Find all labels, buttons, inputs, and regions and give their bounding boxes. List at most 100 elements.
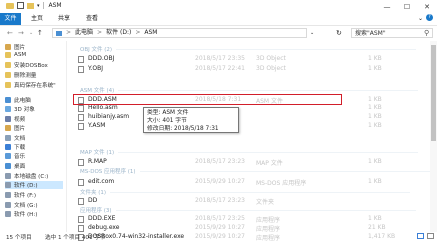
expand-ribbon-icon[interactable]: ⌄ <box>418 15 423 22</box>
sidebar-item-label: 图片 <box>14 45 26 51</box>
file-row[interactable]: debug.exe 2015/9/29 10:27 应用程序 21 KB <box>78 224 398 233</box>
file-icon <box>78 198 84 205</box>
sidebar-item[interactable]: 安装DOSBox <box>5 61 63 69</box>
sidebar-item[interactable]: 视频 <box>5 115 63 123</box>
address-bar[interactable]: > 此电脑 > 软件 (D:) > ASM <box>52 28 307 38</box>
address-dropdown-icon[interactable]: ⌄ <box>310 30 314 36</box>
sidebar-item[interactable]: 文档 <box>5 134 63 142</box>
sidebar-item-label: 本地磁盘 (C:) <box>14 174 49 180</box>
file-type: 3D Object <box>256 65 286 72</box>
file-icon <box>78 123 84 130</box>
sidebar-item-label: 桌面 <box>14 164 26 170</box>
file-type: MS-DOS 应用程序 <box>256 180 307 187</box>
file-type: MAP 文件 <box>256 160 283 167</box>
details-view-icon[interactable] <box>417 233 424 239</box>
file-row[interactable]: DD 2018/5/17 23:23 文件夹 <box>78 197 398 206</box>
sidebar-item[interactable]: ASM <box>5 51 63 59</box>
sidebar-item[interactable]: 文档 (G:) <box>5 201 63 209</box>
sidebar-item[interactable]: 删除测量 <box>5 71 63 79</box>
file-size: 1 KB <box>368 55 382 62</box>
vertical-scrollbar[interactable] <box>430 41 437 232</box>
group-header-apps[interactable]: 应用程序 (3) <box>80 206 416 214</box>
forward-icon[interactable]: → <box>18 29 24 37</box>
sidebar-item[interactable]: 音乐 <box>5 152 63 160</box>
sidebar-item-label: 此电脑 <box>14 98 31 104</box>
file-row[interactable]: edit.com 2015/9/29 10:27 MS-DOS 应用程序 1 KB <box>78 178 398 187</box>
tab-home[interactable]: 主页 <box>25 13 49 25</box>
file-date: 2015/9/29 10:27 <box>195 178 245 185</box>
breadcrumb-this-pc[interactable]: 此电脑 <box>75 28 93 38</box>
back-icon[interactable]: ← <box>7 29 13 37</box>
file-row[interactable]: R.MAP 2018/5/17 23:23 MAP 文件 1 KB <box>78 158 398 167</box>
sidebar-item-label: 文档 (G:) <box>14 203 38 209</box>
file-size: 1 KB <box>368 104 382 111</box>
refresh-icon[interactable]: ↻ <box>336 29 342 37</box>
file-size: 1 KB <box>368 65 382 72</box>
group-header-map[interactable]: MAP 文件 (1) <box>80 148 418 156</box>
tab-file[interactable]: 文件 <box>0 13 21 25</box>
sidebar-item[interactable]: 本地磁盘 (C:) <box>5 172 63 180</box>
breadcrumb-asm[interactable]: ASM <box>144 28 157 38</box>
file-type: 文件夹 <box>256 199 275 206</box>
video-icon <box>5 116 11 122</box>
folder-icon <box>5 82 11 88</box>
tab-share[interactable]: 共享 <box>52 13 76 25</box>
sidebar-item[interactable]: 真码保存在系统" <box>5 81 63 89</box>
sidebar-item[interactable]: 下载 <box>5 143 63 151</box>
title-bar: ▾ ASM — ☐ ✕ <box>0 0 437 13</box>
file-size: 1 KB <box>368 113 382 120</box>
sidebar-item-label: 软件 (H:) <box>14 212 38 218</box>
file-row[interactable]: DDD.EXE 2018/5/17 23:25 应用程序 1 KB <box>78 215 398 224</box>
sidebar-item-label: 音乐 <box>14 154 26 160</box>
large-icons-view-icon[interactable] <box>427 233 434 239</box>
sidebar-item[interactable]: 软件 (D:) <box>5 181 63 189</box>
address-bar-row: ← → ⌄ ↑ > 此电脑 > 软件 (D:) > ASM ⌄ ↻ 搜索"ASM… <box>0 26 437 40</box>
highlight-box <box>73 94 342 105</box>
music-icon <box>5 153 11 159</box>
file-row[interactable]: DDD.OBJ 2018/5/17 23:35 3D Object 1 KB <box>78 55 398 63</box>
file-tooltip: 类型: ASM 文件 大小: 401 字节 修改日期: 2018/5/18 7:… <box>143 107 239 133</box>
scrollbar-thumb[interactable] <box>431 45 436 141</box>
group-header-obj[interactable]: OBJ 文件 (2) <box>80 45 416 53</box>
pictures-icon <box>5 44 11 50</box>
breadcrumb-drive-d[interactable]: 软件 (D:) <box>106 28 131 38</box>
file-type: 应用程序 <box>256 217 281 224</box>
file-name: DD <box>88 197 98 204</box>
ribbon-tabs: 文件 主页 共享 查看 ⌄ ? <box>0 13 437 26</box>
checkbox-icon[interactable] <box>17 2 24 9</box>
file-row[interactable]: Y.OBJ 2018/5/17 22:41 3D Object 1 KB <box>78 65 398 73</box>
maximize-button[interactable]: ☐ <box>397 0 417 13</box>
group-header-asm[interactable]: ASM 文件 (4) <box>80 86 418 94</box>
group-header-msdos[interactable]: MS-DOS 应用程序 (1) <box>80 167 437 175</box>
search-input[interactable]: 搜索"ASM" <box>351 28 433 38</box>
sidebar-item-label: 删除测量 <box>14 73 37 79</box>
search-icon[interactable]: ⚲ <box>424 29 429 37</box>
navigation-pane: 图片 ASM 安装DOSBox 删除测量 真码保存在系统" 此电脑 3D 对象 视频 图片 文档下… <box>0 41 67 232</box>
sidebar-item[interactable]: 软件 (H:) <box>5 210 63 218</box>
3d-objects-icon <box>5 106 11 112</box>
file-icon <box>78 225 84 232</box>
minimize-button[interactable]: — <box>377 0 397 13</box>
help-icon[interactable]: ? <box>426 14 433 21</box>
separator <box>42 2 44 9</box>
sidebar-item-label: 软件 (F:) <box>14 193 36 199</box>
group-header-folder[interactable]: 文件夹 (1) <box>80 188 410 196</box>
sidebar-item[interactable]: 3D 对象 <box>5 105 63 113</box>
recent-dropdown-icon[interactable]: ⌄ <box>29 30 33 36</box>
file-type: 3D Object <box>256 55 286 62</box>
sidebar-item[interactable]: 软件 (F:) <box>5 191 63 199</box>
folder-icon[interactable] <box>27 2 34 9</box>
sidebar-item[interactable]: 图片 <box>5 43 63 51</box>
up-icon[interactable]: ↑ <box>37 29 43 37</box>
sidebar-item[interactable]: 此电脑 <box>5 96 63 104</box>
sidebar-item[interactable]: 桌面 <box>5 162 63 170</box>
file-icon <box>78 216 84 223</box>
tab-view[interactable]: 查看 <box>80 13 104 25</box>
file-name: Hello.asm <box>88 104 118 111</box>
close-button[interactable]: ✕ <box>417 0 437 13</box>
dropdown-icon[interactable]: ▾ <box>37 3 40 9</box>
file-size: 1 KB <box>368 158 382 165</box>
breadcrumb-separator: > <box>135 29 141 36</box>
sidebar-item[interactable]: 图片 <box>5 124 63 132</box>
sidebar-item-label: 视频 <box>14 117 26 123</box>
